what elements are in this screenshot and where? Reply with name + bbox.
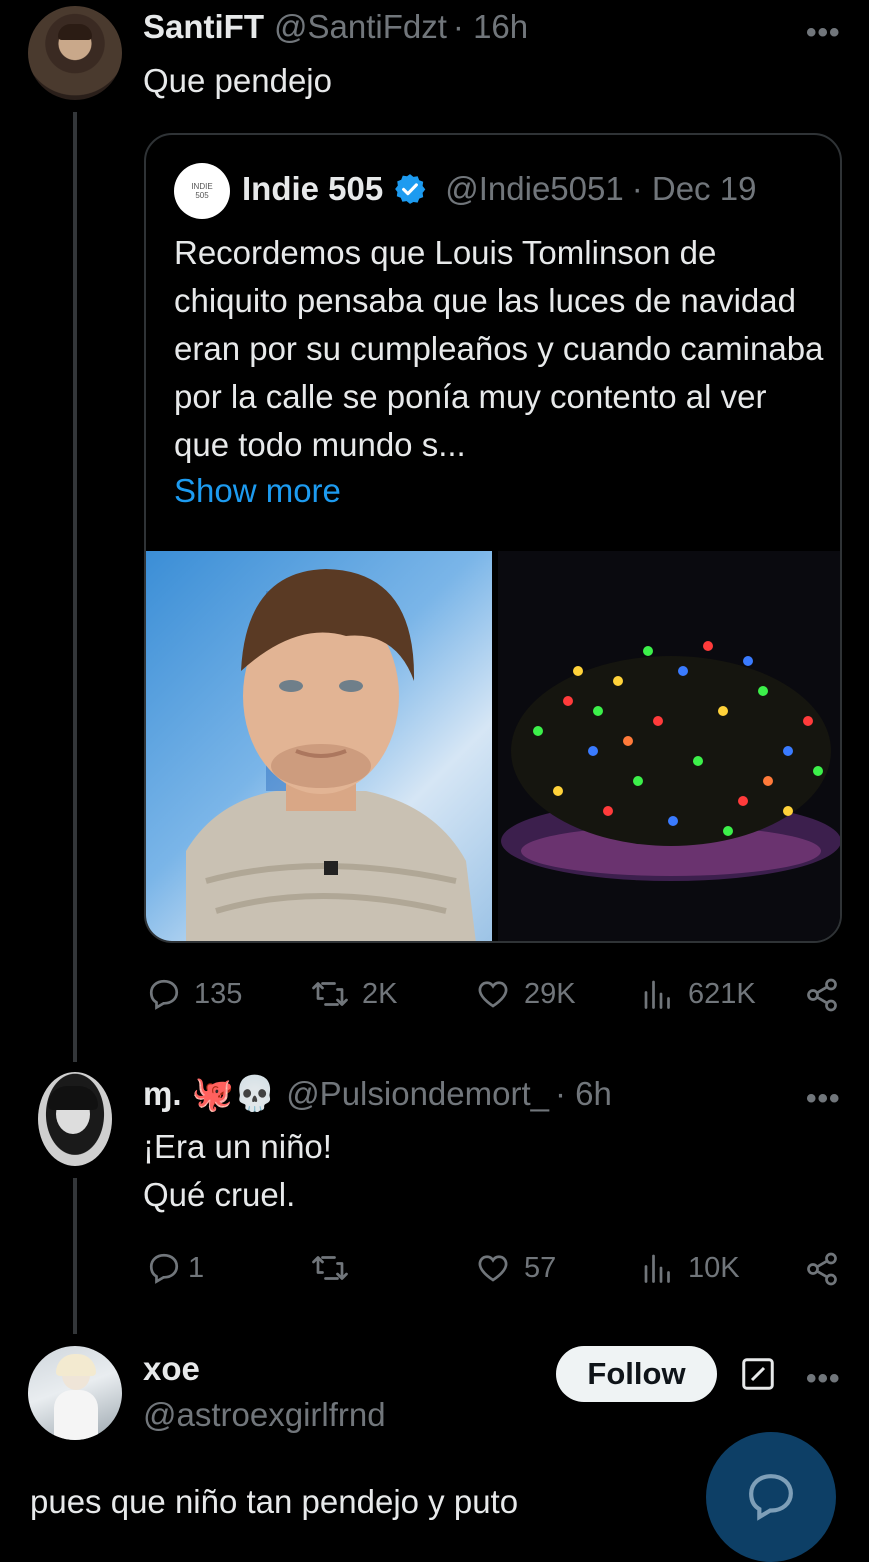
- more-icon[interactable]: •••: [806, 16, 841, 50]
- quote-text: Recordemos que Louis Tomlinson de chiqui…: [174, 234, 824, 463]
- views-icon: [644, 1254, 670, 1283]
- views-button[interactable]: 621K: [640, 976, 756, 1012]
- verified-badge-icon: [393, 172, 427, 206]
- tweet-time[interactable]: · 6h: [555, 1075, 612, 1113]
- avatar[interactable]: [28, 1346, 122, 1440]
- views-count: 621K: [688, 977, 756, 1010]
- reply-button[interactable]: 135: [146, 976, 242, 1012]
- quote-avatar[interactable]: INDIE 505: [174, 163, 230, 219]
- quote-date[interactable]: · Dec 19: [632, 170, 757, 208]
- author-handle[interactable]: @astroexgirlfrnd: [143, 1396, 386, 1434]
- retweet-button[interactable]: 2K: [310, 976, 397, 1012]
- like-button[interactable]: 57: [474, 1250, 556, 1286]
- more-icon[interactable]: •••: [806, 1362, 841, 1396]
- avatar[interactable]: [38, 1072, 112, 1166]
- quote-author-handle[interactable]: @Indie5051: [445, 170, 623, 208]
- tweet-text-line2: Qué cruel.: [143, 1176, 296, 1213]
- show-more-link[interactable]: Show more: [174, 467, 341, 515]
- retweet-icon: [312, 982, 348, 1006]
- views-icon: [644, 980, 670, 1009]
- like-count: 29K: [524, 977, 576, 1010]
- tweet-text-line1: ¡Era un niño!: [143, 1128, 332, 1165]
- thread-line: [73, 1178, 77, 1334]
- retweet-button[interactable]: [310, 1250, 362, 1286]
- retweet-count: 2K: [362, 977, 398, 1010]
- author-handle[interactable]: @SantiFdzt: [274, 8, 447, 46]
- share-button[interactable]: [804, 976, 852, 1014]
- compose-reply-button[interactable]: [706, 1432, 836, 1562]
- tweet-text: pues que niño tan pendejo y puto: [30, 1483, 519, 1520]
- author-name-emojis: 🐙💀: [191, 1074, 277, 1114]
- avatar[interactable]: [28, 6, 122, 100]
- more-icon[interactable]: •••: [806, 1082, 841, 1116]
- like-button[interactable]: 29K: [474, 976, 576, 1012]
- reply-count: 1: [188, 1251, 205, 1284]
- quote-image-lights[interactable]: [498, 551, 840, 941]
- views-count: 10K: [688, 1251, 740, 1284]
- share-icon: [807, 978, 837, 1012]
- retweet-icon: [312, 1256, 348, 1280]
- author-name[interactable]: SantiFT: [143, 8, 264, 46]
- quote-author-name[interactable]: Indie 505: [242, 170, 383, 208]
- quote-image-portrait[interactable]: [146, 551, 492, 941]
- reply-count: 135: [194, 977, 243, 1010]
- reply-button[interactable]: 1: [146, 1250, 204, 1286]
- reply-icon: [149, 979, 179, 1010]
- share-button[interactable]: [804, 1250, 852, 1288]
- heart-icon: [478, 981, 508, 1008]
- thread-line: [73, 112, 77, 1062]
- tweet-time[interactable]: · 16h: [453, 8, 528, 46]
- quote-avatar-logo: INDIE 505: [191, 182, 213, 200]
- quote-tweet-card[interactable]: INDIE 505 Indie 505 @Indie5051 · Dec 19 …: [144, 133, 842, 943]
- author-name[interactable]: xoe: [143, 1350, 200, 1388]
- author-name[interactable]: ɱ.: [143, 1075, 182, 1113]
- tweet-text: Que pendejo: [143, 62, 332, 99]
- reply-icon: [149, 1253, 179, 1284]
- like-count: 57: [524, 1251, 557, 1284]
- heart-icon: [478, 1255, 508, 1282]
- views-button[interactable]: 10K: [640, 1250, 740, 1286]
- reply-icon: [749, 1474, 793, 1521]
- follow-button[interactable]: Follow: [556, 1346, 717, 1402]
- share-icon: [807, 1252, 837, 1286]
- author-handle[interactable]: @Pulsiondemort_: [286, 1075, 549, 1113]
- grok-icon[interactable]: [740, 1356, 776, 1392]
